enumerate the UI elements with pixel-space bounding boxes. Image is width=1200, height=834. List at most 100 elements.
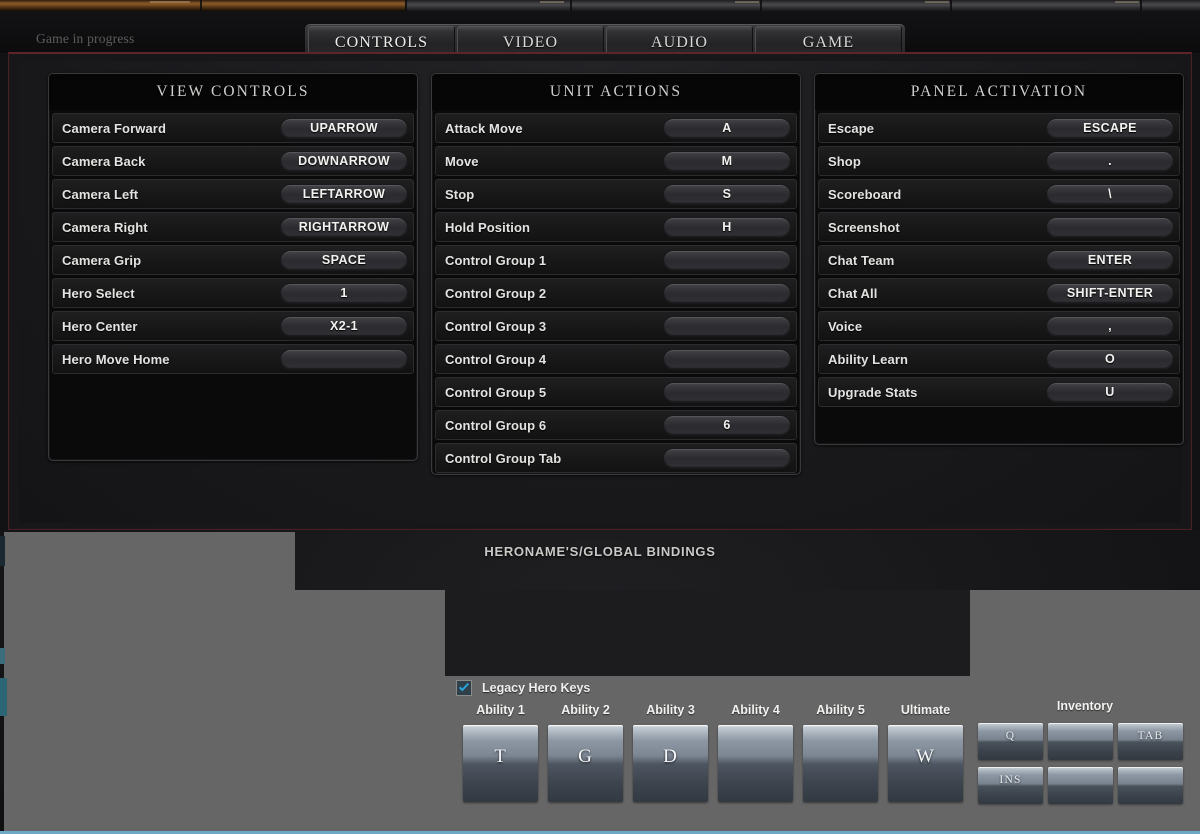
ability-keycap-text: T <box>494 746 507 802</box>
ornament-metal-section <box>405 0 1200 11</box>
binding-key-button[interactable] <box>280 349 408 370</box>
panel-title: VIEW CONTROLS <box>49 74 417 110</box>
binding-row[interactable]: Camera RightRIGHTARROW <box>52 212 414 242</box>
binding-row[interactable]: Attack MoveA <box>435 113 797 143</box>
ability-keycap-button[interactable]: W <box>888 725 963 802</box>
binding-key-button[interactable]: RIGHTARROW <box>280 217 408 238</box>
binding-key-button[interactable] <box>663 250 791 271</box>
ability-keycap-button[interactable]: D <box>633 725 708 802</box>
binding-key-button[interactable]: SPACE <box>280 250 408 271</box>
binding-list: Attack MoveAMoveMStopSHold PositionHCont… <box>432 113 800 475</box>
ability-keycap-button[interactable] <box>718 725 793 802</box>
binding-row[interactable]: Ability LearnO <box>818 344 1180 374</box>
binding-key-button[interactable]: O <box>1046 349 1174 370</box>
inventory-slot-button[interactable] <box>1048 723 1113 760</box>
binding-action-label: Shop <box>819 154 1046 169</box>
binding-row[interactable]: Upgrade StatsU <box>818 377 1180 407</box>
binding-key-button[interactable]: LEFTARROW <box>280 184 408 205</box>
binding-row[interactable]: Camera BackDOWNARROW <box>52 146 414 176</box>
inventory-slot-button[interactable]: INS <box>978 767 1043 804</box>
binding-row[interactable]: Hero CenterX2-1 <box>52 311 414 341</box>
settings-screen: Game in progress CONTROLSVIDEOAUDIOGAME … <box>0 0 1200 834</box>
tab-label: AUDIO <box>651 34 708 52</box>
top-ornament-bar <box>0 0 1200 11</box>
controls-content-frame: VIEW CONTROLSCamera ForwardUPARROWCamera… <box>8 52 1192 530</box>
binding-row[interactable]: Voice, <box>818 311 1180 341</box>
binding-row[interactable]: Screenshot <box>818 212 1180 242</box>
legacy-hero-keys-checkbox[interactable] <box>456 680 472 696</box>
binding-key-button[interactable] <box>663 316 791 337</box>
binding-row[interactable]: Control Group 1 <box>435 245 797 275</box>
binding-key-button[interactable]: ENTER <box>1046 250 1174 271</box>
ability-label: Ultimate <box>901 703 950 717</box>
binding-list: Camera ForwardUPARROWCamera BackDOWNARRO… <box>49 113 417 378</box>
binding-row[interactable]: StopS <box>435 179 797 209</box>
binding-key-button[interactable] <box>663 382 791 403</box>
binding-action-label: Control Group 6 <box>436 418 663 433</box>
binding-action-label: Control Group 5 <box>436 385 663 400</box>
inventory-slot-button[interactable] <box>1118 767 1183 804</box>
binding-action-label: Camera Right <box>53 220 280 235</box>
ability-keycap-button[interactable]: G <box>548 725 623 802</box>
binding-key-button[interactable]: , <box>1046 316 1174 337</box>
binding-row[interactable]: Hold PositionH <box>435 212 797 242</box>
binding-row[interactable]: Camera ForwardUPARROW <box>52 113 414 143</box>
tab-label: CONTROLS <box>335 34 428 52</box>
binding-key-button[interactable] <box>663 283 791 304</box>
binding-row[interactable]: Hero Select1 <box>52 278 414 308</box>
binding-action-label: Screenshot <box>819 220 1046 235</box>
binding-key-button[interactable]: X2-1 <box>280 316 408 337</box>
binding-key-button[interactable]: U <box>1046 382 1174 403</box>
ability-keycap-button[interactable]: T <box>463 725 538 802</box>
binding-action-label: Escape <box>819 121 1046 136</box>
binding-row[interactable]: Control Group 4 <box>435 344 797 374</box>
binding-action-label: Ability Learn <box>819 352 1046 367</box>
binding-key-button[interactable]: M <box>663 151 791 172</box>
binding-row[interactable]: EscapeESCAPE <box>818 113 1180 143</box>
inventory-slot-button[interactable]: TAB <box>1118 723 1183 760</box>
inventory-slot-key: INS <box>999 774 1021 804</box>
binding-row[interactable]: Control Group 2 <box>435 278 797 308</box>
binding-key-button[interactable]: A <box>663 118 791 139</box>
binding-key-button[interactable] <box>663 448 791 469</box>
legacy-hero-keys-label: Legacy Hero Keys <box>482 681 590 695</box>
binding-key-button[interactable]: ESCAPE <box>1046 118 1174 139</box>
binding-row[interactable]: Chat AllSHIFT-ENTER <box>818 278 1180 308</box>
binding-key-button[interactable]: S <box>663 184 791 205</box>
binding-key-button[interactable]: 1 <box>280 283 408 304</box>
inventory-slot-button[interactable] <box>1048 767 1113 804</box>
binding-key-button[interactable]: SHIFT-ENTER <box>1046 283 1174 304</box>
binding-row[interactable]: Control Group 5 <box>435 377 797 407</box>
binding-key-button[interactable]: 6 <box>663 415 791 436</box>
binding-row[interactable]: Shop. <box>818 146 1180 176</box>
panel-unit-actions: UNIT ACTIONSAttack MoveAMoveMStopSHold P… <box>431 73 801 475</box>
binding-row[interactable]: Control Group 66 <box>435 410 797 440</box>
binding-row[interactable]: Scoreboard\ <box>818 179 1180 209</box>
binding-key-button[interactable]: UPARROW <box>280 118 408 139</box>
ability-keycap-button[interactable] <box>803 725 878 802</box>
legacy-hero-keys-row[interactable]: Legacy Hero Keys <box>444 676 970 700</box>
binding-row[interactable]: Camera GripSPACE <box>52 245 414 275</box>
inventory-slot-button[interactable]: Q <box>978 723 1043 760</box>
binding-key-button[interactable]: H <box>663 217 791 238</box>
binding-row[interactable]: Hero Move Home <box>52 344 414 374</box>
binding-key-button[interactable]: . <box>1046 151 1174 172</box>
binding-row[interactable]: Camera LeftLEFTARROW <box>52 179 414 209</box>
binding-row[interactable]: MoveM <box>435 146 797 176</box>
binding-key-button[interactable]: \ <box>1046 184 1174 205</box>
panel-view-controls: VIEW CONTROLSCamera ForwardUPARROWCamera… <box>48 73 418 461</box>
binding-action-label: Control Group 3 <box>436 319 663 334</box>
binding-action-label: Hero Move Home <box>53 352 280 367</box>
ability-label: Ability 3 <box>646 703 695 717</box>
ability-label: Ability 1 <box>476 703 525 717</box>
binding-row[interactable]: Control Group 3 <box>435 311 797 341</box>
game-status-label: Game in progress <box>36 31 134 47</box>
binding-action-label: Scoreboard <box>819 187 1046 202</box>
header-bar: Game in progress CONTROLSVIDEOAUDIOGAME <box>0 11 1200 53</box>
binding-row[interactable]: Control Group Tab <box>435 443 797 473</box>
binding-action-label: Camera Grip <box>53 253 280 268</box>
binding-row[interactable]: Chat TeamENTER <box>818 245 1180 275</box>
binding-key-button[interactable] <box>663 349 791 370</box>
binding-key-button[interactable] <box>1046 217 1174 238</box>
binding-key-button[interactable]: DOWNARROW <box>280 151 408 172</box>
